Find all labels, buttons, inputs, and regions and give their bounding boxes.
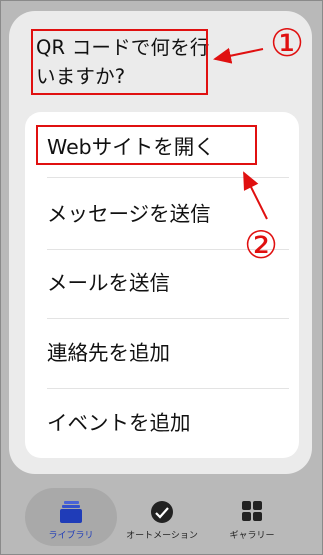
annotation-arrows [213,47,268,220]
tab-gallery-label: ギャラリー [229,531,275,541]
arrow-to-question [213,47,264,64]
tab-bar: ライブラリ オートメーション ギャラリー [1,488,322,554]
annotation-marker-1: ① [269,21,305,65]
automation-icon [151,501,173,523]
phone-screen: QR コードで何を行いますか? Webサイトを開く メッセージを送信 メールを送… [0,0,323,555]
tab-automation-label: オートメーション [126,531,198,541]
tab-automation[interactable]: オートメーション [117,488,207,546]
tab-library[interactable]: ライブラリ [25,488,117,546]
tab-library-label: ライブラリ [48,531,94,541]
tab-gallery[interactable]: ギャラリー [211,488,293,546]
library-icon [60,501,82,523]
arrow-to-open-website [243,171,268,220]
gallery-icon [242,501,262,521]
annotation-marker-2: ② [243,223,279,267]
